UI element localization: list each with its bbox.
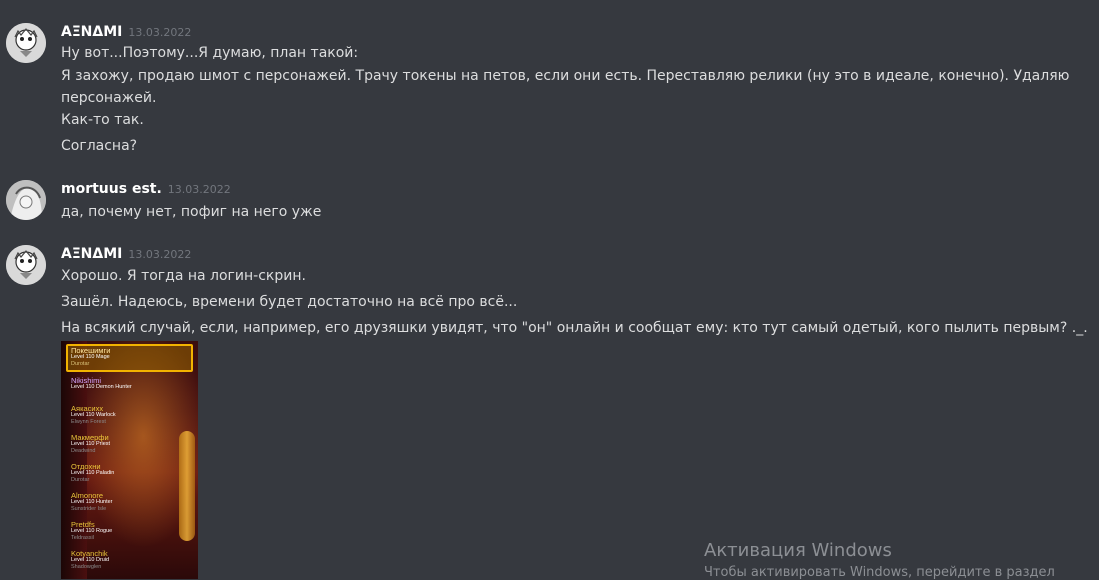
character-name: Almonore (71, 491, 104, 500)
message-author[interactable]: ΑΞΝΔΜΙ 13.03.2022 (61, 24, 191, 40)
message-timestamp: 13.03.2022 (167, 183, 231, 196)
character-zone: Teldrassil (71, 535, 94, 541)
message-author[interactable]: mortuus est. 13.03.2022 (61, 181, 231, 197)
character-entry: Отдохни Level 110 Paladin Durotar (71, 463, 114, 484)
character-name: Макмерфи (71, 433, 109, 442)
author-name[interactable]: ΑΞΝΔΜΙ (61, 246, 122, 262)
character-zone: Durotar (71, 477, 90, 483)
character-level: Level 110 Rogue (71, 528, 113, 534)
message-timestamp: 13.03.2022 (128, 248, 192, 261)
character-name: Аякасихх (71, 404, 104, 413)
character-entry: Макмерфи Level 110 Priest Deadwind (71, 434, 110, 455)
character-zone: Sunstrider Isle (71, 506, 107, 512)
message-text: Хорошо. Я тогда на логин-скрин. (61, 268, 306, 284)
character-zone: Elwynn Forest (71, 419, 106, 425)
character-entry: Kotyanchik Level 110 Druid Shadowglen (71, 550, 109, 571)
avatar[interactable] (6, 245, 46, 285)
message-text: персонажей. (61, 90, 157, 106)
character-level: Level 110 Mage (71, 354, 110, 360)
character-entry: Pretdfs Level 110 Rogue Teldrassil (71, 521, 112, 542)
activation-subtitle: Чтобы активировать Windows, перейдите в … (704, 565, 1055, 580)
windows-activation-watermark: Активация Windows Чтобы активировать Win… (704, 540, 1055, 580)
character-entry: Покешимги Level 110 Mage Durotar (71, 347, 110, 368)
character-name: Покешимги (71, 346, 111, 355)
character-level: Level 110 Priest (71, 441, 111, 447)
message-text: Согласна? (61, 138, 138, 154)
character-name: Отдохни (71, 462, 101, 471)
activation-title: Активация Windows (704, 540, 892, 561)
message-text: Ну вот...Поэтому...Я думаю, план такой: (61, 45, 359, 61)
character-entry: Nikishimi Level 110 Demon Hunter (71, 377, 132, 391)
avatar[interactable] (6, 23, 46, 63)
image-attachment[interactable]: Покешимги Level 110 Mage Durotar Nikishi… (61, 341, 198, 579)
author-name[interactable]: ΑΞΝΔΜΙ (61, 24, 122, 40)
message-timestamp: 13.03.2022 (128, 26, 192, 39)
character-zone: Shadowglen (71, 564, 102, 570)
message-author[interactable]: ΑΞΝΔΜΙ 13.03.2022 (61, 246, 191, 262)
character-level: Level 110 Warlock (71, 412, 116, 418)
message-text: да, почему нет, пофиг на него уже (61, 204, 322, 220)
character-zone: Durotar (71, 361, 90, 367)
character-zone: Deadwind (71, 448, 96, 454)
message-text: Зашёл. Надеюсь, времени будет достаточно… (61, 294, 518, 310)
character-name: Kotyanchik (71, 549, 108, 558)
character-level: Level 110 Paladin (71, 470, 115, 476)
character-name: Pretdfs (71, 520, 95, 529)
message-text: Я захожу, продаю шмот с персонажей. Трач… (61, 68, 1070, 84)
character-name: Nikishimi (71, 376, 101, 385)
character-level: Level 110 Hunter (71, 499, 113, 505)
avatar[interactable] (6, 180, 46, 220)
character-level: Level 110 Demon Hunter (71, 384, 132, 390)
message-text: Как-то так. (61, 112, 144, 128)
character-level: Level 110 Druid (71, 557, 110, 563)
character-entry: Almonore Level 110 Hunter Sunstrider Isl… (71, 492, 112, 513)
character-entry: Аякасихх Level 110 Warlock Elwynn Forest (71, 405, 116, 426)
message-text: На всякий случай, если, например, его др… (61, 320, 1088, 336)
gold-ornament (179, 431, 195, 541)
author-name[interactable]: mortuus est. (61, 181, 162, 197)
